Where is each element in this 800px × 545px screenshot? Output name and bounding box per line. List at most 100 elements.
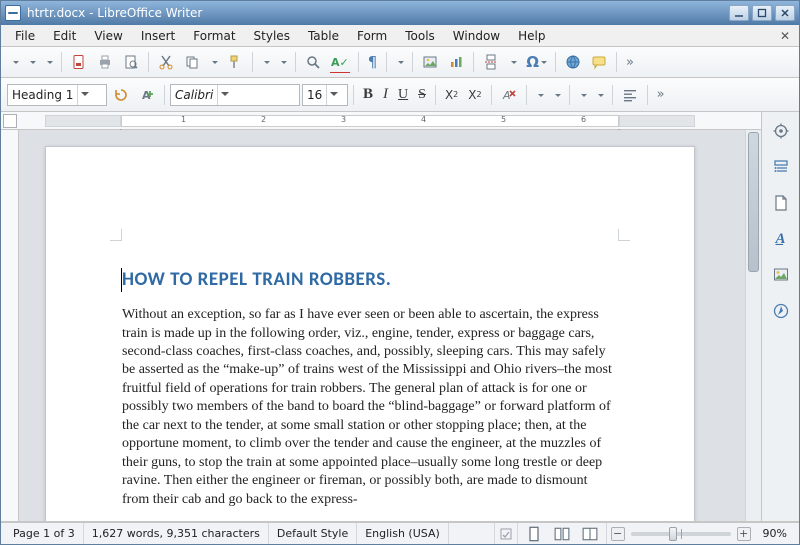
bullet-list-button[interactable] xyxy=(575,83,590,107)
menu-help[interactable]: Help xyxy=(510,27,553,45)
sidebar-gallery-icon[interactable] xyxy=(768,262,794,288)
tab-stop-selector-icon[interactable] xyxy=(3,114,17,128)
body-paragraph[interactable]: Without an exception, so far as I have e… xyxy=(122,306,618,509)
cut-button[interactable] xyxy=(154,50,178,74)
new-style-button[interactable]: A xyxy=(135,83,159,107)
update-style-button[interactable] xyxy=(109,83,133,107)
menu-edit[interactable]: Edit xyxy=(45,27,84,45)
spellcheck-button[interactable]: A✓ xyxy=(327,50,353,74)
formatting-toolbar: Heading 1 A Calibri 16 B I U S X2 X2 xyxy=(1,78,799,112)
paragraph-style-combo[interactable]: Heading 1 xyxy=(7,84,107,106)
status-bar: Page 1 of 3 1,627 words, 9,351 character… xyxy=(1,522,799,544)
font-color-button[interactable]: A xyxy=(532,83,547,107)
vertical-scrollbar[interactable] xyxy=(745,130,761,521)
menu-tools[interactable]: Tools xyxy=(397,27,443,45)
zoom-slider-knob[interactable] xyxy=(669,527,677,541)
formatting-marks-button[interactable]: ¶ xyxy=(364,50,382,74)
status-insertmode[interactable] xyxy=(449,523,495,544)
sidebar: A̲ xyxy=(761,112,799,521)
svg-text:A: A xyxy=(502,89,511,102)
zoom-out-button[interactable]: − xyxy=(611,527,625,541)
insert-table-button[interactable] xyxy=(392,50,407,74)
menu-table[interactable]: Table xyxy=(300,27,347,45)
menu-form[interactable]: Form xyxy=(349,27,395,45)
clone-formatting-button[interactable] xyxy=(223,50,247,74)
toolbar-overflow-button[interactable]: » xyxy=(622,50,638,74)
align-left-button[interactable] xyxy=(618,83,642,107)
undo-button[interactable] xyxy=(258,50,273,74)
subscript-button[interactable]: X2 xyxy=(464,83,485,107)
insert-image-button[interactable] xyxy=(418,50,442,74)
status-language[interactable]: English (USA) xyxy=(357,523,449,544)
close-window-button[interactable] xyxy=(775,5,795,21)
insert-comment-button[interactable] xyxy=(587,50,611,74)
sidebar-properties-icon[interactable] xyxy=(768,154,794,180)
font-name-value: Calibri xyxy=(175,88,213,102)
menu-view[interactable]: View xyxy=(86,27,130,45)
title-bar[interactable]: htrtr.docx - LibreOffice Writer xyxy=(1,1,799,25)
insert-special-char-button[interactable]: Ω xyxy=(522,50,550,74)
clear-formatting-button[interactable]: A xyxy=(497,83,521,107)
maximize-button[interactable] xyxy=(752,5,772,21)
export-pdf-button[interactable] xyxy=(67,50,91,74)
app-window: htrtr.docx - LibreOffice Writer File Edi… xyxy=(0,0,800,545)
horizontal-ruler[interactable]: 1 2 3 4 5 6 xyxy=(1,112,761,130)
find-replace-button[interactable] xyxy=(301,50,325,74)
margin-crop-mark-icon xyxy=(110,229,122,241)
book-view-icon[interactable] xyxy=(578,526,602,542)
scrollbar-thumb[interactable] xyxy=(748,132,759,272)
open-document-button[interactable] xyxy=(24,50,39,74)
font-size-combo[interactable]: 16 xyxy=(302,84,348,106)
menu-file[interactable]: File xyxy=(7,27,43,45)
window-title: htrtr.docx - LibreOffice Writer xyxy=(27,6,729,20)
redo-button[interactable] xyxy=(275,50,290,74)
save-document-button[interactable] xyxy=(41,50,56,74)
zoom-in-button[interactable]: + xyxy=(737,527,751,541)
sidebar-settings-icon[interactable] xyxy=(768,118,794,144)
writer-app-icon xyxy=(5,5,21,21)
copy-button[interactable] xyxy=(180,50,204,74)
status-page[interactable]: Page 1 of 3 xyxy=(5,523,84,544)
menu-window[interactable]: Window xyxy=(445,27,508,45)
heading-1: HOW TO REPEL TRAIN ROBBERS. xyxy=(122,267,618,292)
zoom-percent[interactable]: 90% xyxy=(755,523,795,544)
text-content[interactable]: HOW TO REPEL TRAIN ROBBERS. Without an e… xyxy=(122,267,618,509)
menu-styles[interactable]: Styles xyxy=(246,27,298,45)
vertical-ruler[interactable] xyxy=(1,130,19,521)
single-page-view-icon[interactable] xyxy=(522,526,546,542)
status-pagestyle[interactable]: Default Style xyxy=(269,523,357,544)
document-viewport[interactable]: HOW TO REPEL TRAIN ROBBERS. Without an e… xyxy=(1,130,761,521)
print-preview-button[interactable] xyxy=(119,50,143,74)
insert-field-button[interactable] xyxy=(505,50,520,74)
new-document-button[interactable] xyxy=(7,50,22,74)
minimize-button[interactable] xyxy=(729,5,749,21)
highlight-color-button[interactable] xyxy=(549,83,564,107)
status-signature-icon[interactable] xyxy=(495,523,518,544)
menu-insert[interactable]: Insert xyxy=(133,27,183,45)
italic-button[interactable]: I xyxy=(379,83,392,107)
multi-page-view-icon[interactable] xyxy=(550,526,574,542)
toolbar2-overflow-button[interactable]: » xyxy=(653,83,669,107)
bold-button[interactable]: B xyxy=(359,83,377,107)
strikethrough-button[interactable]: S xyxy=(414,83,430,107)
insert-page-break-button[interactable] xyxy=(479,50,503,74)
sidebar-navigator-icon[interactable] xyxy=(768,298,794,324)
margin-crop-mark-icon xyxy=(618,229,630,241)
status-wordcount[interactable]: 1,627 words, 9,351 characters xyxy=(84,523,269,544)
print-button[interactable] xyxy=(93,50,117,74)
menu-format[interactable]: Format xyxy=(185,27,243,45)
paste-button[interactable] xyxy=(206,50,221,74)
insert-chart-button[interactable] xyxy=(444,50,468,74)
zoom-controls: − + xyxy=(607,523,755,544)
close-document-icon[interactable]: ✕ xyxy=(777,28,793,44)
font-size-value: 16 xyxy=(307,88,322,102)
font-name-combo[interactable]: Calibri xyxy=(170,84,300,106)
work-area: 1 2 3 4 5 6 HOW TO REPEL TRAIN ROBBERS. … xyxy=(1,112,799,522)
underline-button[interactable]: U xyxy=(394,83,412,107)
zoom-slider[interactable] xyxy=(631,532,731,536)
numbered-list-button[interactable]: 123 xyxy=(592,83,607,107)
sidebar-styles-icon[interactable]: A̲ xyxy=(768,226,794,252)
sidebar-page-icon[interactable] xyxy=(768,190,794,216)
superscript-button[interactable]: X2 xyxy=(441,83,462,107)
insert-hyperlink-button[interactable] xyxy=(561,50,585,74)
